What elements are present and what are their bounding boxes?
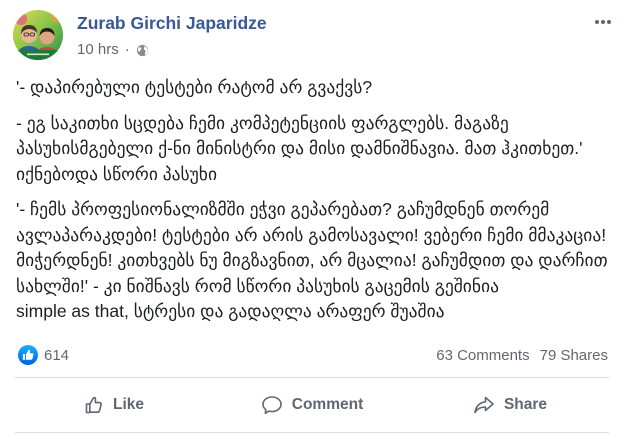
- post-text-line: '- ჩემს პროფესიონალიზმში ეჭვი გეპარებათ?…: [16, 199, 550, 219]
- comment-icon: [261, 396, 282, 414]
- post-text-line: მიჭერდნენ! კითხვებს ნუ მიგზავნით, არ მცა…: [16, 250, 608, 270]
- more-options-button[interactable]: [592, 14, 614, 30]
- comment-button[interactable]: Comment: [213, 378, 411, 432]
- author-name[interactable]: Zurab Girchi Japaridze: [77, 12, 267, 34]
- post-text: '- დაპირებული ტესტები რატომ არ გვაქვს? -…: [16, 75, 610, 335]
- shares-count-link[interactable]: 79 Shares: [540, 347, 608, 364]
- like-button[interactable]: Like: [15, 378, 213, 432]
- reaction-summary[interactable]: 614: [18, 345, 69, 365]
- globe-icon: [136, 44, 148, 56]
- reaction-count: 614: [44, 346, 70, 364]
- avatar[interactable]: [13, 10, 63, 60]
- post-text-line: simple as that, სტრესი და გადაღლა არაფერ…: [16, 301, 445, 321]
- post-paragraph: '- ჩემს პროფესიონალიზმში ეჭვი გეპარებათ?…: [16, 197, 610, 325]
- post-text-line: ავლაპარაკდები! ტესტები არ არის გამოსავალ…: [16, 224, 607, 245]
- share-icon: [474, 396, 494, 414]
- action-bar: Like Comment Share: [15, 378, 609, 432]
- post-text-line: პასუხისმგებელი ქ-ნი მინისტრი და მისი დამ…: [16, 138, 583, 158]
- post-paragraph: '- დაპირებული ტესტები რატომ არ გვაქვს?: [16, 75, 610, 101]
- post-text-line: სახლში!' - კი ნიშნავს რომ სწორი პასუხის …: [16, 275, 499, 296]
- like-label: Like: [112, 396, 144, 413]
- thumbs-up-icon: [85, 396, 102, 414]
- share-button[interactable]: Share: [411, 378, 609, 432]
- comments-count-link[interactable]: 63 Comments: [436, 347, 529, 364]
- engagement-counts: 63 Comments 79 Shares: [436, 347, 608, 364]
- timestamp-link[interactable]: 10 hrs: [77, 40, 119, 60]
- more-options-icon: [595, 20, 611, 24]
- meta-separator: ·: [124, 41, 130, 58]
- comment-label: Comment: [291, 396, 364, 413]
- post-text-line: '- დაპირებული ტესტები რატომ არ გვაქვს?: [16, 77, 373, 97]
- post-card: Zurab Girchi Japaridze 10 hrs · '- დაპირ…: [0, 0, 624, 439]
- post-text-line: - ეგ საკითხი სცდება ჩემი კომპეტენციის ფა…: [16, 112, 509, 133]
- post-text-line: იქნებოდა სწორი პასუხი: [16, 163, 218, 184]
- post-meta: 10 hrs ·: [77, 40, 149, 60]
- post-paragraph: - ეგ საკითხი სცდება ჩემი კომპეტენციის ფა…: [16, 111, 610, 188]
- divider: [15, 432, 609, 433]
- reactions-bar: 614 63 Comments 79 Shares: [18, 345, 608, 365]
- share-label: Share: [503, 396, 548, 413]
- like-reaction-icon: [18, 345, 38, 365]
